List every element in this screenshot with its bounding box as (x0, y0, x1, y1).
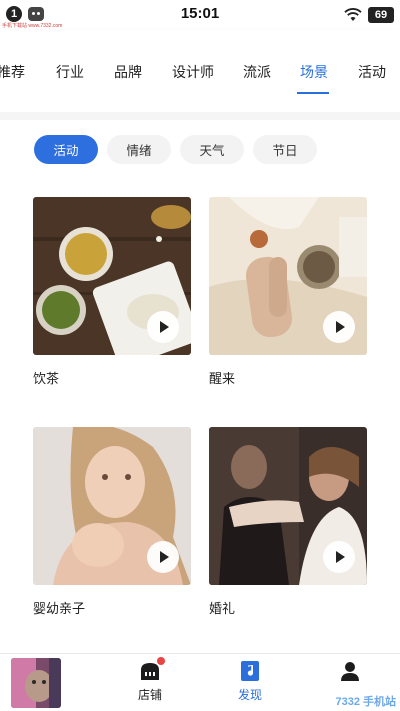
play-button[interactable] (323, 541, 355, 573)
card-title: 婚礼 (209, 601, 236, 616)
notification-dot (157, 657, 165, 665)
card-title: 婴幼亲子 (33, 601, 86, 616)
scene-card-wedding[interactable]: 婚礼 (209, 427, 367, 617)
play-button[interactable] (323, 311, 355, 343)
wifi-icon (344, 8, 362, 21)
filter-chip-activity[interactable]: 活动 (34, 135, 98, 164)
card-thumbnail[interactable] (33, 197, 191, 355)
status-right: 69 (344, 7, 394, 23)
nav-profile[interactable] (320, 660, 380, 682)
user-icon (339, 660, 361, 682)
category-tab-bar: 推荐 行业 品牌 设计师 流派 场景 活动 (0, 30, 400, 112)
card-title: 醒来 (209, 371, 236, 386)
tab-brand[interactable]: 品牌 (114, 62, 142, 82)
nav-store-label: 店铺 (137, 688, 162, 702)
bottom-navigation: 店铺 发现 7332 手机站 (0, 653, 400, 711)
card-thumbnail[interactable] (209, 427, 367, 585)
store-icon (139, 657, 165, 682)
watermark-text: 手机下载站 www.7332.com (2, 23, 63, 29)
tab-recommend[interactable]: 推荐 (0, 62, 25, 82)
card-thumbnail[interactable] (209, 197, 367, 355)
corner-watermark: 7332 手机站 (335, 696, 396, 708)
filter-chip-festival[interactable]: 节日 (253, 135, 317, 164)
nav-discover[interactable]: 发现 (220, 660, 280, 703)
tab-industry[interactable]: 行业 (56, 62, 84, 82)
tab-activity[interactable]: 活动 (358, 62, 386, 82)
play-button[interactable] (147, 541, 179, 573)
active-tab-indicator (297, 92, 329, 94)
music-note-icon (239, 660, 261, 682)
status-bar: 1 手机下载站 www.7332.com 15:01 69 (0, 0, 400, 30)
album-art-image (11, 658, 61, 708)
scene-card-tea[interactable]: 饮茶 (33, 197, 191, 387)
play-button[interactable] (147, 311, 179, 343)
nav-discover-label: 发现 (237, 688, 262, 702)
scene-card-wakeup[interactable]: 醒来 (209, 197, 367, 387)
tab-scene[interactable]: 场景 (300, 62, 328, 82)
nav-store[interactable]: 店铺 (120, 657, 180, 703)
tab-genre[interactable]: 流派 (243, 62, 271, 82)
card-thumbnail[interactable] (33, 427, 191, 585)
status-time: 15:01 (180, 5, 220, 22)
scene-card-baby-parent[interactable]: 婴幼亲子 (33, 427, 191, 617)
filter-chip-weather[interactable]: 天气 (180, 135, 244, 164)
section-divider (0, 112, 400, 120)
card-title: 饮茶 (33, 371, 60, 386)
now-playing-cover[interactable] (11, 658, 61, 708)
battery-indicator: 69 (368, 7, 394, 23)
tab-designer[interactable]: 设计师 (172, 62, 214, 82)
filter-chip-mood[interactable]: 情绪 (107, 135, 171, 164)
